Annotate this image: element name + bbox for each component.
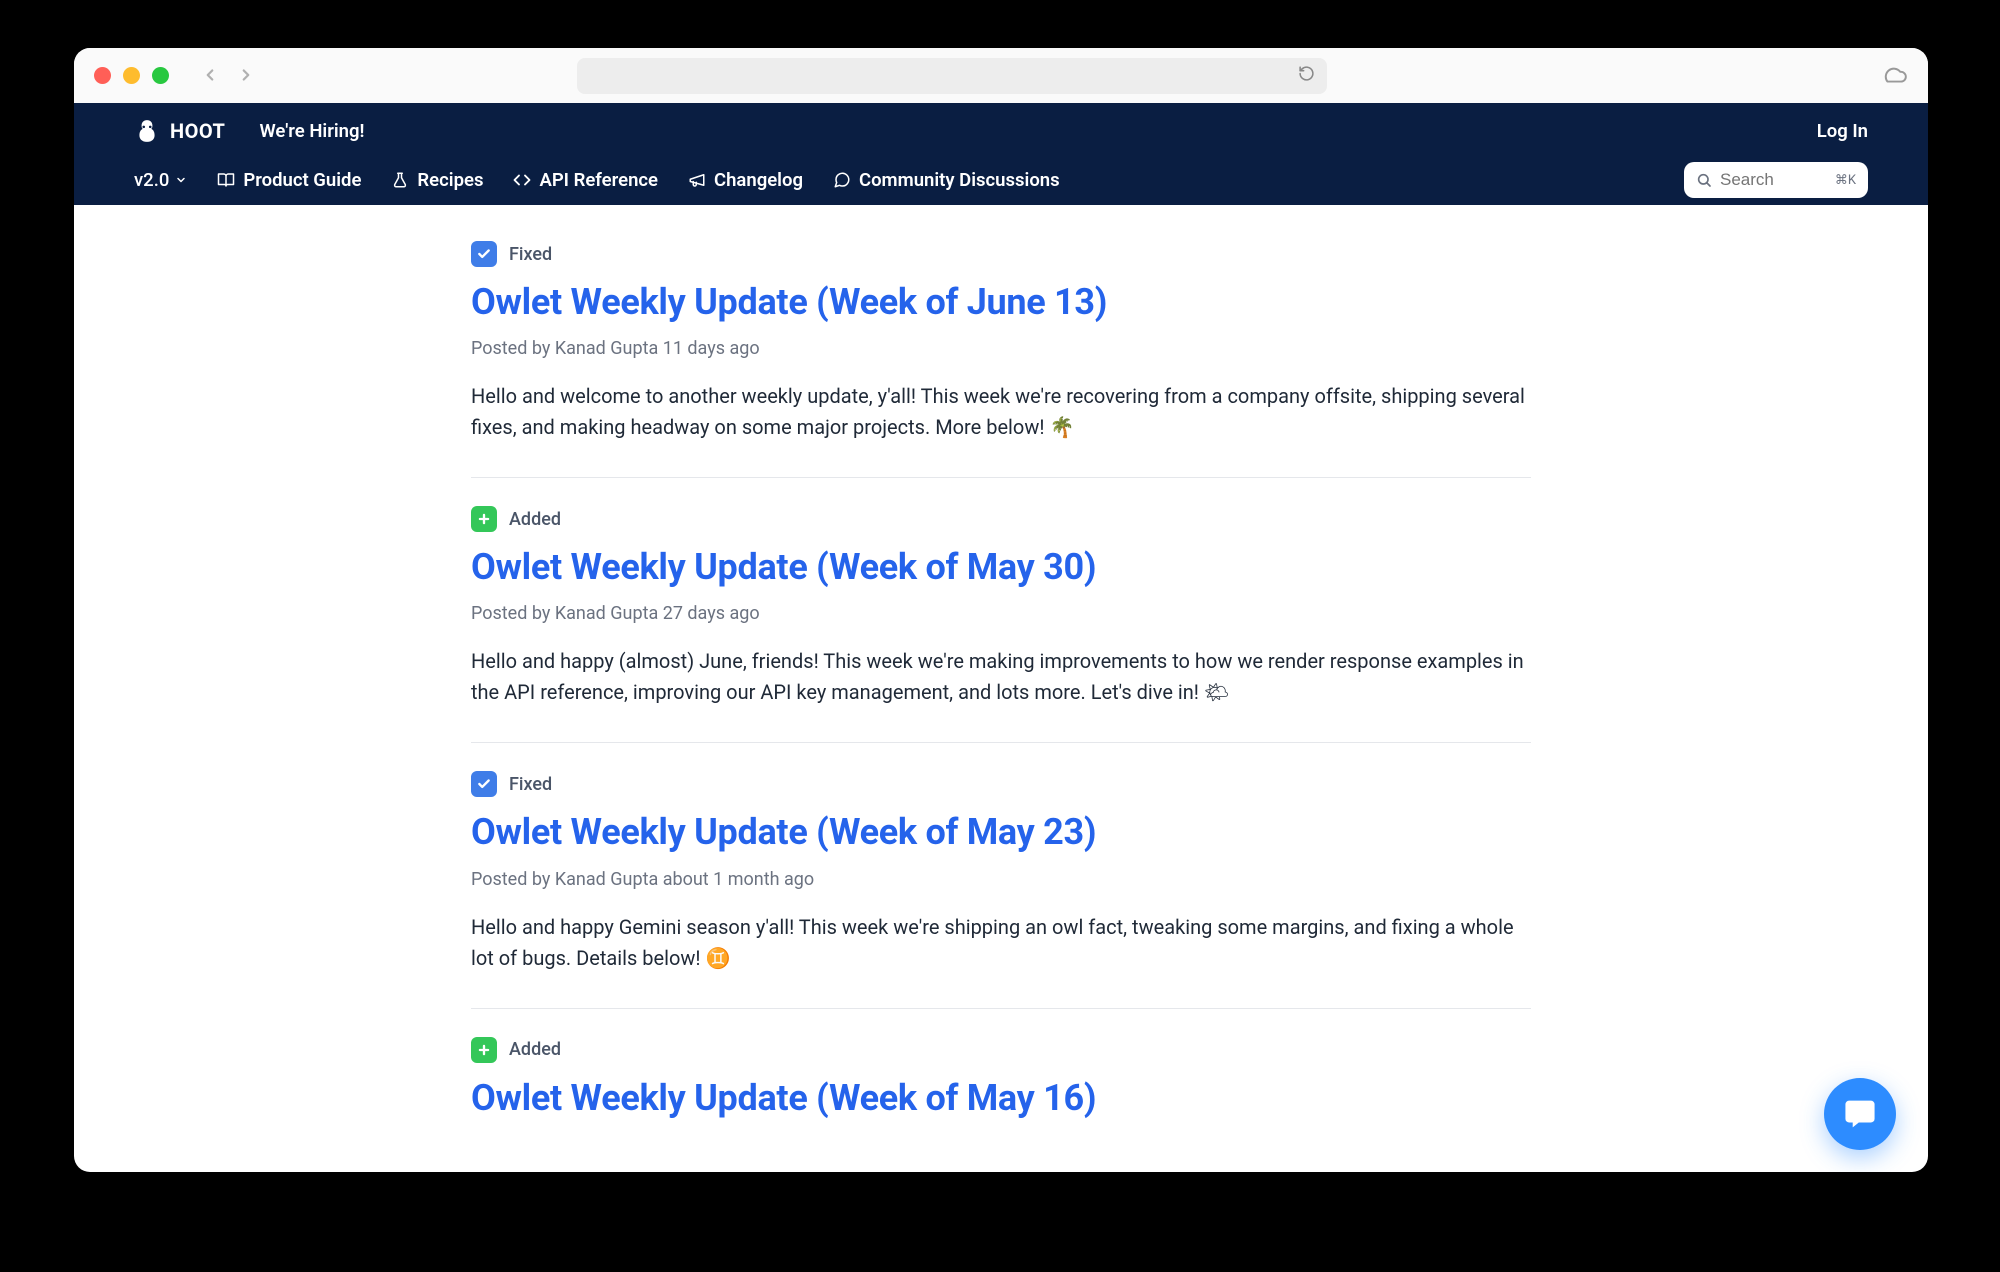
badge-label: Added — [509, 1039, 561, 1060]
search-icon — [1696, 172, 1712, 188]
badge-row: Added — [471, 506, 1531, 532]
changelog-post: Added Owlet Weekly Update (Week of May 3… — [471, 477, 1531, 742]
browser-chrome — [74, 48, 1928, 103]
chat-icon — [833, 171, 851, 189]
badge-label: Fixed — [509, 774, 552, 795]
hiring-link[interactable]: We're Hiring! — [259, 120, 364, 142]
post-title[interactable]: Owlet Weekly Update (Week of May 23) — [471, 811, 1531, 854]
post-meta: Posted by Kanad Gupta 27 days ago — [471, 603, 1531, 624]
chevron-down-icon — [175, 174, 187, 186]
nav-community[interactable]: Community Discussions — [833, 169, 1060, 191]
post-title[interactable]: Owlet Weekly Update (Week of May 30) — [471, 546, 1531, 589]
post-excerpt: Hello and happy (almost) June, friends! … — [471, 646, 1531, 708]
window-controls — [94, 67, 169, 84]
content-area: Fixed Owlet Weekly Update (Week of June … — [74, 205, 1928, 1172]
nav-changelog[interactable]: Changelog — [688, 169, 803, 191]
post-title[interactable]: Owlet Weekly Update (Week of June 13) — [471, 281, 1531, 324]
changelog-post: Fixed Owlet Weekly Update (Week of June … — [471, 235, 1531, 477]
post-title[interactable]: Owlet Weekly Update (Week of May 16) — [471, 1077, 1531, 1120]
login-link[interactable]: Log In — [1817, 120, 1868, 142]
post-excerpt: Hello and happy Gemini season y'all! Thi… — [471, 912, 1531, 974]
close-window-button[interactable] — [94, 67, 111, 84]
header-nav: v2.0 Product Guide Recipes API Reference… — [74, 155, 1928, 205]
version-selector[interactable]: v2.0 — [134, 169, 187, 191]
fixed-badge-icon — [471, 771, 497, 797]
nav-api-reference[interactable]: API Reference — [513, 169, 658, 191]
cloud-icon[interactable] — [1882, 61, 1908, 91]
search-input[interactable] — [1720, 170, 1827, 190]
nav-recipes[interactable]: Recipes — [391, 169, 483, 191]
nav-label: Recipes — [417, 169, 483, 191]
badge-row: Fixed — [471, 241, 1531, 267]
post-excerpt: Hello and welcome to another weekly upda… — [471, 381, 1531, 443]
search-box[interactable]: ⌘K — [1684, 162, 1868, 198]
added-badge-icon — [471, 506, 497, 532]
intercom-launcher[interactable] — [1824, 1078, 1896, 1150]
minimize-window-button[interactable] — [123, 67, 140, 84]
nav-label: Community Discussions — [859, 169, 1060, 191]
search-shortcut: ⌘K — [1835, 173, 1856, 188]
fixed-badge-icon — [471, 241, 497, 267]
book-icon — [217, 171, 235, 189]
badge-label: Fixed — [509, 244, 552, 265]
added-badge-icon — [471, 1037, 497, 1063]
badge-row: Added — [471, 1037, 1531, 1063]
flask-icon — [391, 171, 409, 189]
reload-icon[interactable] — [1298, 65, 1315, 86]
nav-product-guide[interactable]: Product Guide — [217, 169, 361, 191]
changelog-post: Added Owlet Weekly Update (Week of May 1… — [471, 1008, 1531, 1168]
changelog-post: Fixed Owlet Weekly Update (Week of May 2… — [471, 742, 1531, 1007]
header-top: HOOT We're Hiring! Log In — [74, 103, 1928, 155]
app-header: HOOT We're Hiring! Log In v2.0 Product G… — [74, 103, 1928, 205]
version-label: v2.0 — [134, 169, 169, 191]
nav-label: API Reference — [539, 169, 658, 191]
browser-window: HOOT We're Hiring! Log In v2.0 Product G… — [74, 48, 1928, 1172]
owl-logo-icon — [134, 118, 160, 144]
changelog-posts: Fixed Owlet Weekly Update (Week of June … — [459, 235, 1543, 1168]
brand[interactable]: HOOT — [134, 118, 225, 144]
brand-name: HOOT — [170, 119, 225, 143]
megaphone-icon — [688, 171, 706, 189]
back-button[interactable] — [201, 62, 219, 90]
nav-label: Changelog — [714, 169, 803, 191]
browser-nav-arrows — [201, 62, 255, 90]
forward-button[interactable] — [237, 62, 255, 90]
post-meta: Posted by Kanad Gupta 11 days ago — [471, 338, 1531, 359]
badge-row: Fixed — [471, 771, 1531, 797]
maximize-window-button[interactable] — [152, 67, 169, 84]
code-icon — [513, 171, 531, 189]
nav-label: Product Guide — [243, 169, 361, 191]
address-bar[interactable] — [577, 58, 1327, 94]
badge-label: Added — [509, 509, 561, 530]
chat-bubble-icon — [1843, 1097, 1877, 1131]
post-meta: Posted by Kanad Gupta about 1 month ago — [471, 869, 1531, 890]
